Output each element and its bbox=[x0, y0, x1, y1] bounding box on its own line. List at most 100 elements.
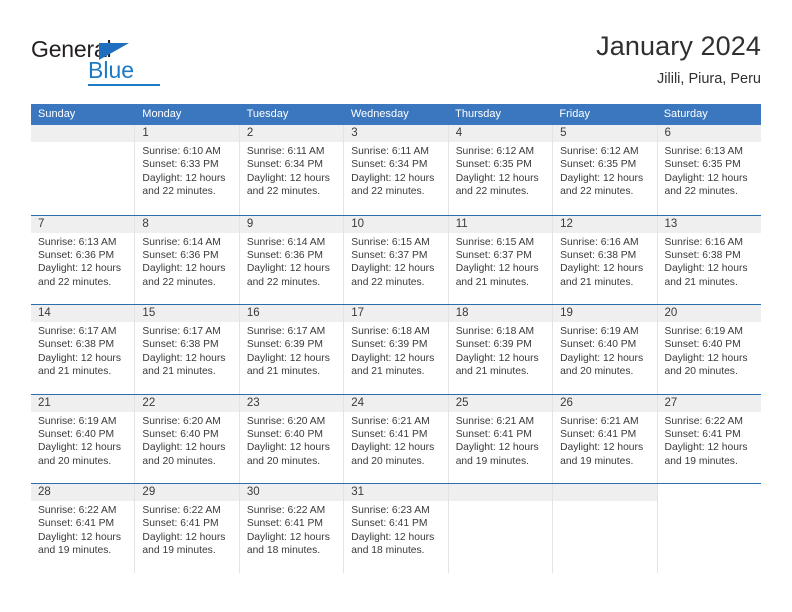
calendar-day-cell[interactable]: 22 Sunrise: 6:20 AM Sunset: 6:40 PM Dayligh… bbox=[134, 394, 239, 483]
daylight-text-line2: and 20 minutes. bbox=[38, 455, 112, 467]
day-number-band: 15 bbox=[135, 305, 239, 322]
day-details: Sunrise: 6:21 AM Sunset: 6:41 PM Daylight:… bbox=[449, 412, 552, 469]
calendar-day-cell[interactable]: 9 Sunrise: 6:14 AM Sunset: 6:36 PM Daylight… bbox=[238, 215, 344, 304]
calendar-empty-cell bbox=[447, 484, 553, 573]
day-details: Sunrise: 6:22 AM Sunset: 6:41 PM Daylight:… bbox=[135, 501, 238, 558]
daylight-text-line2: and 22 minutes. bbox=[142, 276, 216, 288]
calendar-day-cell[interactable]: 12 Sunrise: 6:16 AM Sunset: 6:38 PM Dayligh… bbox=[552, 215, 657, 304]
day-number: 31 bbox=[351, 486, 365, 498]
daylight-text-line1: Daylight: 12 hours bbox=[664, 442, 748, 454]
calendar-day-cell[interactable]: 14 Sunrise: 6:17 AM Sunset: 6:38 PM Dayligh… bbox=[31, 305, 135, 394]
sunset-text: Sunset: 6:33 PM bbox=[142, 159, 219, 171]
day-number-band: 2 bbox=[239, 125, 344, 142]
day-number-band: 22 bbox=[135, 394, 239, 412]
calendar-day-cell[interactable]: 21 Sunrise: 6:19 AM Sunset: 6:40 PM Dayligh… bbox=[31, 394, 135, 484]
calendar-empty-cell bbox=[552, 484, 657, 573]
daylight-text-line2: and 19 minutes. bbox=[142, 545, 216, 557]
calendar-week-row: 7 Sunrise: 6:13 AM Sunset: 6:36 PM Daylight… bbox=[31, 214, 761, 305]
calendar-day-cell[interactable]: 8 Sunrise: 6:14 AM Sunset: 6:36 PM Daylight… bbox=[134, 215, 239, 304]
day-number: 7 bbox=[38, 217, 45, 230]
general-blue-logo: General Blue bbox=[31, 36, 231, 92]
sunset-text: Sunset: 6:40 PM bbox=[38, 428, 115, 440]
day-number-band: 29 bbox=[135, 484, 239, 501]
day-details: Sunrise: 6:12 AM Sunset: 6:35 PM Daylight:… bbox=[553, 142, 656, 199]
calendar-day-cell[interactable]: 19 Sunrise: 6:19 AM Sunset: 6:40 PM Dayligh… bbox=[552, 305, 657, 394]
day-details: Sunrise: 6:11 AM Sunset: 6:34 PM Daylight:… bbox=[344, 142, 447, 199]
sunrise-text: Sunrise: 6:11 AM bbox=[246, 146, 325, 157]
logo-text-blue: Blue bbox=[88, 57, 135, 83]
calendar-day-cell[interactable]: 23 Sunrise: 6:20 AM Sunset: 6:40 PM Dayligh… bbox=[238, 394, 344, 483]
calendar-day-cell[interactable]: 24 Sunrise: 6:21 AM Sunset: 6:41 PM Dayligh… bbox=[343, 394, 448, 483]
calendar-day-cell[interactable]: 18 Sunrise: 6:18 AM Sunset: 6:39 PM Dayligh… bbox=[447, 305, 553, 394]
day-number: 17 bbox=[351, 307, 365, 319]
day-number-band: 30 bbox=[239, 484, 344, 501]
daylight-text-line1: Daylight: 12 hours bbox=[38, 352, 121, 364]
day-number-band: 28 bbox=[31, 484, 135, 501]
calendar-day-cell[interactable]: 2 Sunrise: 6:11 AM Sunset: 6:34 PM Daylight… bbox=[238, 125, 344, 215]
day-number: 28 bbox=[38, 486, 51, 498]
day-details: Sunrise: 6:18 AM Sunset: 6:39 PM Daylight:… bbox=[344, 322, 447, 379]
calendar-day-cell[interactable]: 17 Sunrise: 6:18 AM Sunset: 6:39 PM Dayligh… bbox=[343, 305, 448, 394]
day-number-band: 9 bbox=[239, 215, 344, 233]
daylight-text-line1: Daylight: 12 hours bbox=[246, 442, 330, 454]
day-details: Sunrise: 6:19 AM Sunset: 6:40 PM Daylight:… bbox=[658, 322, 761, 379]
calendar-empty-cell bbox=[656, 484, 761, 573]
daylight-text-line1: Daylight: 12 hours bbox=[664, 263, 748, 275]
calendar-day-cell[interactable]: 26 Sunrise: 6:21 AM Sunset: 6:41 PM Dayligh… bbox=[552, 394, 657, 483]
daylight-text-line1: Daylight: 12 hours bbox=[351, 263, 435, 275]
daylight-text-line2: and 22 minutes. bbox=[142, 186, 216, 198]
day-details: Sunrise: 6:12 AM Sunset: 6:35 PM Daylight:… bbox=[449, 142, 552, 199]
calendar-day-cell[interactable]: 11 Sunrise: 6:15 AM Sunset: 6:37 PM Dayligh… bbox=[447, 215, 553, 304]
day-number-band: 12 bbox=[553, 215, 657, 233]
calendar-day-cell[interactable]: 13 Sunrise: 6:16 AM Sunset: 6:38 PM Dayligh… bbox=[656, 215, 761, 304]
daylight-text-line1: Daylight: 12 hours bbox=[560, 263, 644, 275]
calendar-day-cell[interactable]: 20 Sunrise: 6:19 AM Sunset: 6:40 PM Dayligh… bbox=[656, 305, 761, 394]
sunset-text: Sunset: 6:38 PM bbox=[142, 339, 219, 351]
sunrise-text: Sunrise: 6:13 AM bbox=[664, 146, 743, 157]
sunrise-text: Sunrise: 6:20 AM bbox=[142, 415, 221, 427]
calendar-day-cell[interactable]: 27 Sunrise: 6:22 AM Sunset: 6:41 PM Dayligh… bbox=[656, 394, 761, 483]
daylight-text-line1: Daylight: 12 hours bbox=[246, 172, 330, 184]
day-number: 13 bbox=[664, 217, 678, 230]
sunset-text: Sunset: 6:39 PM bbox=[455, 339, 532, 351]
day-number-band: 14 bbox=[31, 305, 135, 322]
calendar-day-cell[interactable]: 6 Sunrise: 6:13 AM Sunset: 6:35 PM Daylight… bbox=[656, 125, 761, 215]
daylight-text-line1: Daylight: 12 hours bbox=[351, 442, 435, 454]
daylight-text-line2: and 22 minutes. bbox=[560, 186, 634, 198]
daylight-text-line1: Daylight: 12 hours bbox=[38, 263, 121, 275]
day-number: 23 bbox=[246, 396, 260, 409]
calendar-day-cell[interactable]: 31 Sunrise: 6:23 AM Sunset: 6:41 PM Dayligh… bbox=[343, 484, 448, 573]
calendar-day-cell[interactable]: 29 Sunrise: 6:22 AM Sunset: 6:41 PM Dayligh… bbox=[134, 484, 239, 573]
daylight-text-line1: Daylight: 12 hours bbox=[142, 352, 226, 364]
sunset-text: Sunset: 6:38 PM bbox=[38, 339, 115, 351]
calendar-day-cell[interactable]: 15 Sunrise: 6:17 AM Sunset: 6:38 PM Dayligh… bbox=[134, 305, 239, 394]
day-number: 27 bbox=[664, 396, 678, 409]
daylight-text-line2: and 21 minutes. bbox=[455, 276, 529, 288]
calendar-day-cell[interactable]: 1 Sunrise: 6:10 AM Sunset: 6:33 PM Daylight… bbox=[134, 125, 239, 215]
day-number: 1 bbox=[142, 127, 149, 139]
calendar-day-cell[interactable]: 25 Sunrise: 6:21 AM Sunset: 6:41 PM Dayligh… bbox=[447, 394, 553, 483]
calendar-day-cell[interactable]: 3 Sunrise: 6:11 AM Sunset: 6:34 PM Daylight… bbox=[343, 125, 448, 215]
day-number-band: 7 bbox=[31, 215, 135, 233]
day-number-band: 10 bbox=[344, 215, 448, 233]
sunrise-text: Sunrise: 6:22 AM bbox=[664, 415, 743, 427]
calendar-day-cell[interactable]: 16 Sunrise: 6:17 AM Sunset: 6:39 PM Dayligh… bbox=[238, 305, 344, 394]
calendar-day-cell[interactable]: 10 Sunrise: 6:15 AM Sunset: 6:37 PM Dayligh… bbox=[343, 215, 448, 304]
day-number: 14 bbox=[38, 307, 51, 319]
calendar-day-cell[interactable]: 30 Sunrise: 6:22 AM Sunset: 6:41 PM Dayligh… bbox=[238, 484, 344, 573]
daylight-text-line2: and 21 minutes. bbox=[664, 276, 738, 288]
day-number: 20 bbox=[664, 307, 678, 319]
sunset-text: Sunset: 6:35 PM bbox=[664, 159, 741, 171]
calendar-day-cell[interactable]: 5 Sunrise: 6:12 AM Sunset: 6:35 PM Daylight… bbox=[552, 125, 657, 215]
day-details: Sunrise: 6:22 AM Sunset: 6:41 PM Daylight:… bbox=[240, 501, 343, 558]
sunrise-text: Sunrise: 6:21 AM bbox=[560, 415, 639, 427]
day-number-band: 4 bbox=[448, 125, 553, 142]
calendar-day-cell[interactable]: 7 Sunrise: 6:13 AM Sunset: 6:36 PM Daylight… bbox=[31, 215, 135, 305]
calendar-day-cell[interactable]: 28 Sunrise: 6:22 AM Sunset: 6:41 PM Dayligh… bbox=[31, 484, 135, 573]
day-number: 25 bbox=[455, 396, 469, 409]
sunset-text: Sunset: 6:35 PM bbox=[560, 159, 637, 171]
weekday-header-saturday: Saturday bbox=[663, 108, 708, 120]
sunrise-text: Sunrise: 6:15 AM bbox=[351, 236, 430, 248]
calendar-day-cell[interactable]: 4 Sunrise: 6:12 AM Sunset: 6:35 PM Daylight… bbox=[447, 125, 553, 215]
day-number: 2 bbox=[246, 127, 254, 139]
